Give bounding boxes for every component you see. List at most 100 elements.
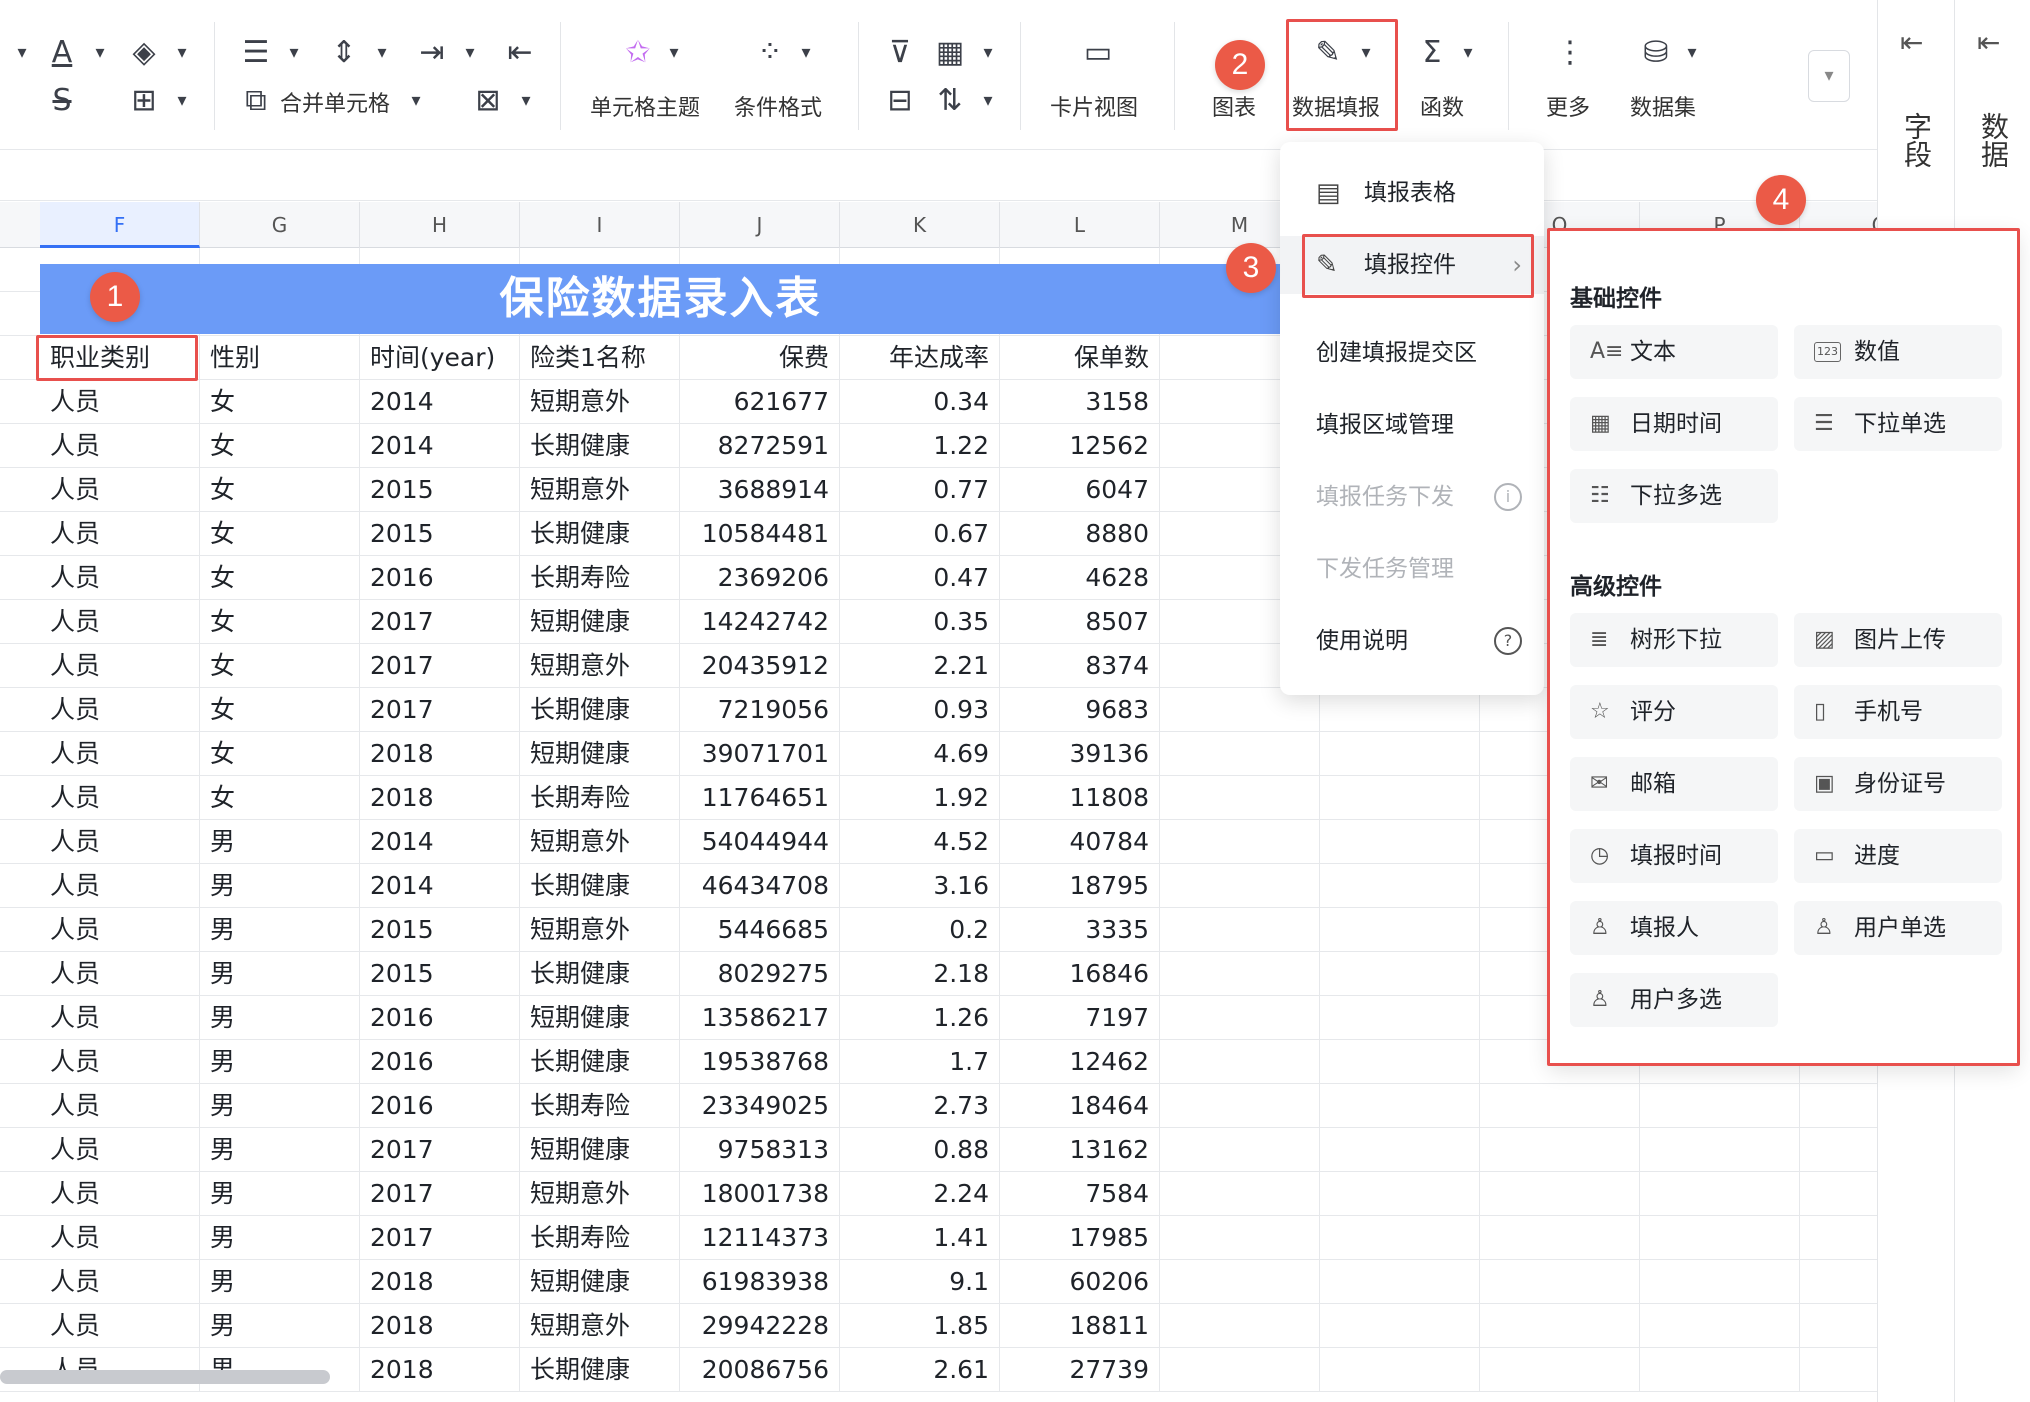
table-cell[interactable] [1320, 1040, 1480, 1084]
table-cell[interactable]: 男 [200, 820, 360, 864]
table-cell[interactable]: 3158 [1000, 380, 1160, 424]
table-cell[interactable] [1320, 1304, 1480, 1348]
table-cell[interactable]: 短期健康 [520, 732, 680, 776]
table-cell[interactable]: 人员 [40, 908, 200, 952]
table-cell[interactable]: 4.52 [840, 820, 1000, 864]
toolbar-collapse-toggle[interactable]: ▾ [1808, 50, 1850, 102]
fill-color-icon[interactable]: ◈ [118, 30, 170, 74]
conditional-format-button[interactable]: 条件格式 [734, 90, 822, 122]
formula-bar[interactable] [0, 151, 1877, 201]
table-cell[interactable] [1320, 1172, 1480, 1216]
table-cell[interactable] [1480, 1260, 1640, 1304]
table-cell[interactable]: 人员 [40, 1304, 200, 1348]
table-cell[interactable]: 60206 [1000, 1260, 1160, 1304]
table-cell[interactable] [1480, 1128, 1640, 1172]
table-cell[interactable]: 男 [200, 952, 360, 996]
table-cell[interactable]: 人员 [40, 556, 200, 600]
table-cell[interactable] [1800, 1128, 1877, 1172]
chevron-down-icon[interactable]: ▾ [88, 40, 112, 64]
table-cell[interactable]: 12462 [1000, 1040, 1160, 1084]
table-cell[interactable] [1800, 1304, 1877, 1348]
strikethrough-icon[interactable]: S [36, 78, 88, 122]
table-cell[interactable]: 长期寿险 [520, 556, 680, 600]
table-cell[interactable]: 4628 [1000, 556, 1160, 600]
table-cell[interactable]: 2017 [360, 600, 520, 644]
column-header[interactable]: H [360, 202, 520, 248]
table-cell[interactable]: 男 [200, 1040, 360, 1084]
table-cell[interactable] [1160, 1172, 1320, 1216]
table-cell[interactable]: 男 [200, 1216, 360, 1260]
table-cell[interactable]: 8507 [1000, 600, 1160, 644]
table-cell[interactable] [1160, 776, 1320, 820]
table-cell[interactable]: 长期寿险 [520, 1216, 680, 1260]
table-cell[interactable]: 2018 [360, 732, 520, 776]
table-cell[interactable]: 人员 [40, 996, 200, 1040]
sheet-title[interactable]: 保险数据录入表 [40, 264, 1281, 334]
table-cell[interactable]: 1.85 [840, 1304, 1000, 1348]
conditional-format-icon[interactable]: ⁘ [744, 30, 796, 74]
table-cell[interactable] [1160, 952, 1320, 996]
table-cell[interactable]: 2017 [360, 1216, 520, 1260]
table-cell[interactable]: 2014 [360, 820, 520, 864]
table-cell[interactable]: 男 [200, 1084, 360, 1128]
table-cell[interactable] [1320, 1128, 1480, 1172]
table-cell[interactable] [1160, 820, 1320, 864]
table-cell[interactable]: 2015 [360, 512, 520, 556]
table-cell[interactable]: 1.22 [840, 424, 1000, 468]
chevron-down-icon[interactable]: ▾ [282, 40, 306, 64]
filter-icon[interactable]: ⊽ [874, 30, 926, 74]
table-cell[interactable] [1640, 1128, 1800, 1172]
table-cell[interactable] [1160, 996, 1320, 1040]
more-button[interactable]: 更多 [1546, 90, 1590, 122]
table-cell[interactable]: 3688914 [680, 468, 840, 512]
table-cell[interactable]: 9.1 [840, 1260, 1000, 1304]
table-cell[interactable]: 20086756 [680, 1348, 840, 1392]
pivot-icon[interactable]: ▦ [924, 30, 976, 74]
table-cell[interactable]: 2017 [360, 1128, 520, 1172]
table-cell[interactable]: 1.26 [840, 996, 1000, 1040]
header-cell[interactable]: 时间(year) [360, 336, 520, 380]
chevron-down-icon[interactable]: ▾ [976, 88, 1000, 112]
column-header[interactable]: K [840, 202, 1000, 248]
dataset-button[interactable]: 数据集 [1630, 90, 1696, 122]
chevron-down-icon[interactable]: ▾ [170, 88, 194, 112]
table-cell[interactable] [1160, 1216, 1320, 1260]
table-cell[interactable]: 0.2 [840, 908, 1000, 952]
table-cell[interactable] [1320, 952, 1480, 996]
table-cell[interactable]: 2018 [360, 776, 520, 820]
table-cell[interactable]: 8374 [1000, 644, 1160, 688]
table-cell[interactable]: 2017 [360, 688, 520, 732]
function-button[interactable]: 函数 [1420, 90, 1464, 122]
table-cell[interactable] [1160, 732, 1320, 776]
chevron-down-icon[interactable]: ▾ [662, 40, 686, 64]
table-cell[interactable]: 0.34 [840, 380, 1000, 424]
table-cell[interactable]: 短期健康 [520, 1260, 680, 1304]
table-cell[interactable]: 女 [200, 512, 360, 556]
horizontal-scrollbar[interactable] [0, 1370, 330, 1384]
table-cell[interactable]: 2015 [360, 952, 520, 996]
table-cell[interactable]: 女 [200, 424, 360, 468]
table-cell[interactable]: 0.47 [840, 556, 1000, 600]
table-cell[interactable] [1480, 1348, 1640, 1392]
table-cell[interactable]: 短期健康 [520, 600, 680, 644]
card-view-button[interactable]: 卡片视图 [1050, 90, 1138, 122]
column-header[interactable]: L [1000, 202, 1160, 248]
table-cell[interactable]: 人员 [40, 1040, 200, 1084]
table-cell[interactable]: 2.73 [840, 1084, 1000, 1128]
freeze-icon[interactable]: ⊠ [462, 78, 514, 122]
table-cell[interactable] [1480, 1172, 1640, 1216]
table-cell[interactable]: 短期意外 [520, 380, 680, 424]
table-cell[interactable]: 长期健康 [520, 1348, 680, 1392]
menu-item-fill-table[interactable]: ▤ 填报表格 [1280, 164, 1544, 222]
align-left-icon[interactable]: ☰ [230, 30, 282, 74]
table-cell[interactable]: 5446685 [680, 908, 840, 952]
table-cell[interactable] [1160, 1040, 1320, 1084]
table-cell[interactable]: 男 [200, 1172, 360, 1216]
table-cell[interactable] [1480, 1216, 1640, 1260]
chevron-down-icon[interactable]: ▾ [1456, 40, 1480, 64]
table-cell[interactable]: 2017 [360, 644, 520, 688]
table-cell[interactable] [1320, 732, 1480, 776]
table-cell[interactable]: 13586217 [680, 996, 840, 1040]
table-cell[interactable]: 18811 [1000, 1304, 1160, 1348]
table-cell[interactable]: 2018 [360, 1348, 520, 1392]
